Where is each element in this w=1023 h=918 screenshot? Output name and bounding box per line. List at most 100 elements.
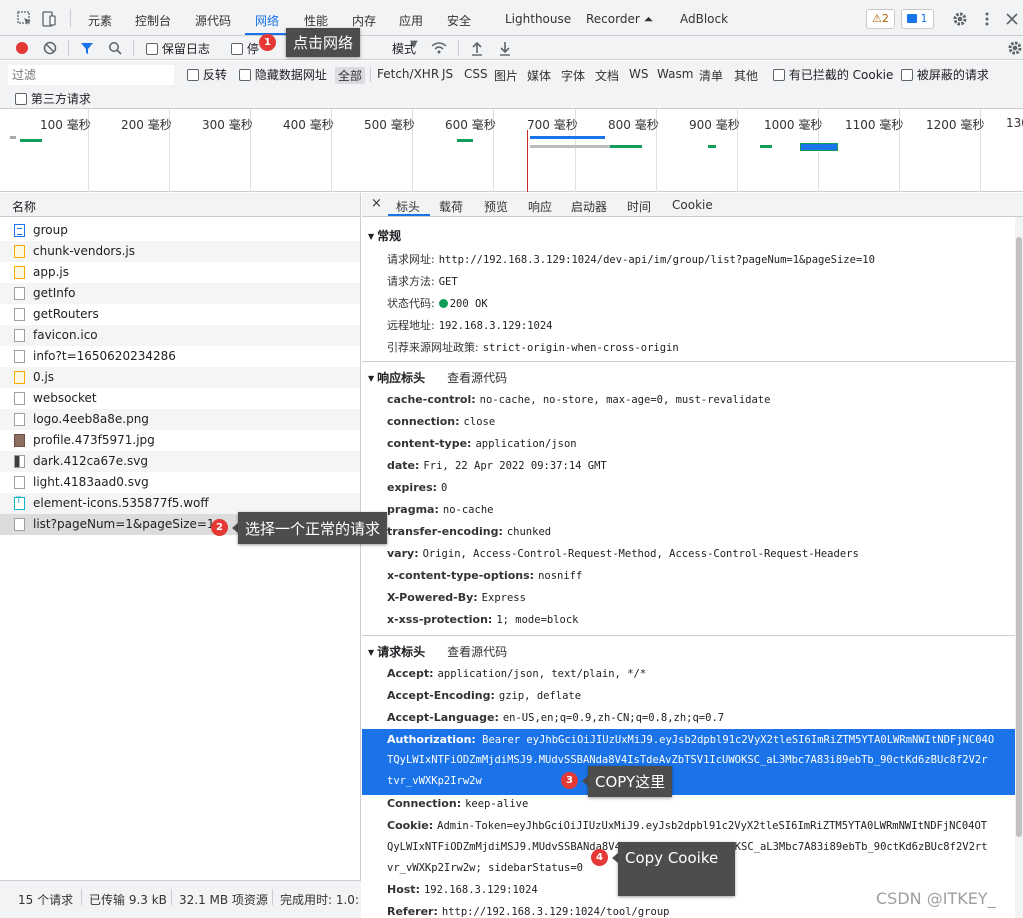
- name-column-header[interactable]: 名称: [0, 193, 360, 217]
- request-row[interactable]: group: [0, 220, 360, 241]
- blocked-requests-checkbox[interactable]: 被屏蔽的请求: [901, 66, 989, 83]
- tab-timing[interactable]: 时间: [627, 198, 651, 215]
- preserve-log-checkbox[interactable]: 保留日志: [146, 40, 210, 57]
- request-row[interactable]: 0.js: [0, 367, 360, 388]
- header-value[interactable]: GET: [439, 276, 458, 288]
- details-scrollbar[interactable]: [1015, 217, 1023, 918]
- header-value[interactable]: gzip, deflate: [499, 690, 581, 702]
- header-value[interactable]: Origin, Access-Control-Request-Method, A…: [423, 548, 859, 560]
- filter-type-manifest[interactable]: 清单: [696, 67, 726, 84]
- export-har-icon[interactable]: [498, 40, 512, 56]
- request-row[interactable]: websocket: [0, 388, 360, 409]
- filter-icon[interactable]: [80, 41, 94, 55]
- request-row[interactable]: favicon.ico: [0, 325, 360, 346]
- header-value[interactable]: nosniff: [538, 570, 582, 582]
- tab-preview[interactable]: 预览: [484, 198, 508, 215]
- throttling-dropdown-icon[interactable]: ▼: [410, 39, 418, 50]
- network-conditions-wifi-icon[interactable]: [430, 40, 448, 56]
- header-value[interactable]: vr_vWXKp2Irw2w; sidebarStatus=0: [387, 862, 583, 874]
- view-source-link[interactable]: 查看源代码: [447, 645, 507, 659]
- filter-type-ws[interactable]: WS: [626, 67, 651, 81]
- request-row[interactable]: app.js: [0, 262, 360, 283]
- tab-elements[interactable]: 元素: [88, 12, 112, 29]
- filter-type-font[interactable]: 字体: [558, 67, 588, 84]
- general-section-header[interactable]: ▼ 常规: [368, 227, 401, 244]
- blocked-cookies-checkbox[interactable]: 有已拦截的 Cookie: [773, 66, 893, 83]
- request-row[interactable]: light.4183aad0.svg: [0, 472, 360, 493]
- header-value[interactable]: no-cache: [443, 504, 494, 516]
- header-value[interactable]: en-US,en;q=0.9,zh-CN;q=0.8,zh;q=0.7: [503, 712, 724, 724]
- import-har-icon[interactable]: [470, 40, 484, 56]
- header-value[interactable]: application/json, text/plain, */*: [438, 668, 647, 680]
- tab-sources[interactable]: 源代码: [195, 12, 231, 29]
- tab-lighthouse[interactable]: Lighthouse: [505, 12, 571, 26]
- tab-memory[interactable]: 内存: [352, 12, 376, 29]
- request-row[interactable]: dark.412ca67e.svg: [0, 451, 360, 472]
- filter-type-css[interactable]: CSS: [461, 67, 491, 81]
- request-row[interactable]: info?t=1650620234286: [0, 346, 360, 367]
- request-row[interactable]: chunk-vendors.js: [0, 241, 360, 262]
- header-value[interactable]: 1; mode=block: [496, 614, 578, 626]
- header-value[interactable]: 0: [441, 482, 447, 494]
- filter-type-fetch-xhr[interactable]: Fetch/XHR: [374, 67, 442, 81]
- filter-type-other[interactable]: 其他: [731, 67, 761, 84]
- invert-checkbox[interactable]: 反转: [187, 66, 227, 83]
- request-row[interactable]: logo.4eeb8a8e.png: [0, 409, 360, 430]
- inspect-element-icon[interactable]: [16, 10, 34, 28]
- header-value[interactable]: Express: [482, 592, 526, 604]
- header-value[interactable]: http://192.168.3.129:1024/dev-api/im/gro…: [439, 254, 875, 266]
- view-source-link[interactable]: 查看源代码: [447, 371, 507, 385]
- tab-payload[interactable]: 载荷: [439, 198, 463, 215]
- device-toolbar-icon[interactable]: [40, 10, 58, 28]
- header-value[interactable]: close: [464, 416, 496, 428]
- filter-type-media[interactable]: 媒体: [524, 67, 554, 84]
- request-row[interactable]: getInfo: [0, 283, 360, 304]
- search-icon[interactable]: [108, 41, 122, 55]
- network-settings-gear-icon[interactable]: [1007, 40, 1023, 56]
- response-headers-section-header[interactable]: ▼ 响应标头 查看源代码: [368, 369, 507, 386]
- tab-headers[interactable]: 标头: [396, 198, 420, 215]
- settings-gear-icon[interactable]: [951, 10, 969, 28]
- close-details-icon[interactable]: ×: [371, 196, 382, 211]
- close-devtools-icon[interactable]: [1003, 10, 1021, 28]
- header-value[interactable]: 192.168.3.129:1024: [439, 320, 553, 332]
- tab-adblock[interactable]: AdBlock: [680, 12, 728, 26]
- tab-console[interactable]: 控制台: [135, 12, 171, 29]
- more-options-icon[interactable]: [978, 10, 996, 28]
- tab-recorder[interactable]: Recorder ⏶: [586, 12, 653, 27]
- filter-type-img[interactable]: 图片: [491, 67, 521, 84]
- header-value[interactable]: 192.168.3.129:1024: [424, 884, 538, 896]
- header-value[interactable]: application/json: [475, 438, 576, 450]
- header-value[interactable]: 200 OK: [438, 298, 488, 310]
- tab-application[interactable]: 应用: [399, 12, 423, 29]
- filter-input[interactable]: [8, 65, 174, 85]
- request-row[interactable]: profile.473f5971.jpg: [0, 430, 360, 451]
- filter-type-js[interactable]: JS: [439, 67, 456, 81]
- scrollbar-thumb[interactable]: [1016, 237, 1022, 837]
- tab-response[interactable]: 响应: [528, 198, 552, 215]
- header-value[interactable]: chunked: [507, 526, 551, 538]
- tab-initiator[interactable]: 启动器: [571, 198, 607, 215]
- tab-security[interactable]: 安全: [447, 12, 471, 29]
- header-value[interactable]: Admin-Token=eyJhbGciOiJIUzUxMiJ9.eyJsb2d…: [437, 820, 987, 832]
- header-value[interactable]: keep-alive: [465, 798, 528, 810]
- disable-cache-checkbox[interactable]: 停: [231, 40, 259, 57]
- filter-type-wasm[interactable]: Wasm: [654, 67, 696, 81]
- third-party-checkbox[interactable]: 第三方请求: [15, 90, 91, 107]
- record-icon[interactable]: [15, 41, 29, 55]
- request-row[interactable]: element-icons.535877f5.woff: [0, 493, 360, 514]
- tab-network[interactable]: 网络: [255, 12, 279, 29]
- header-value[interactable]: strict-origin-when-cross-origin: [483, 342, 679, 354]
- header-value[interactable]: Fri, 22 Apr 2022 09:37:14 GMT: [423, 460, 606, 472]
- clear-icon[interactable]: [43, 41, 57, 55]
- warnings-badge[interactable]: ⚠2: [866, 9, 895, 29]
- request-row[interactable]: getRouters: [0, 304, 360, 325]
- header-value[interactable]: no-cache, no-store, max-age=0, must-reva…: [480, 394, 771, 406]
- tab-performance[interactable]: 性能: [304, 12, 328, 29]
- tab-cookies[interactable]: Cookie: [672, 198, 713, 212]
- filter-type-all[interactable]: 全部: [335, 67, 366, 84]
- filter-type-doc[interactable]: 文档: [592, 67, 622, 84]
- timeline-overview[interactable]: 100 毫秒 200 毫秒 300 毫秒 400 毫秒 500 毫秒 600 毫…: [0, 109, 1023, 192]
- request-headers-section-header[interactable]: ▼ 请求标头 查看源代码: [368, 643, 507, 660]
- hide-data-urls-checkbox[interactable]: 隐藏数据网址: [239, 66, 327, 83]
